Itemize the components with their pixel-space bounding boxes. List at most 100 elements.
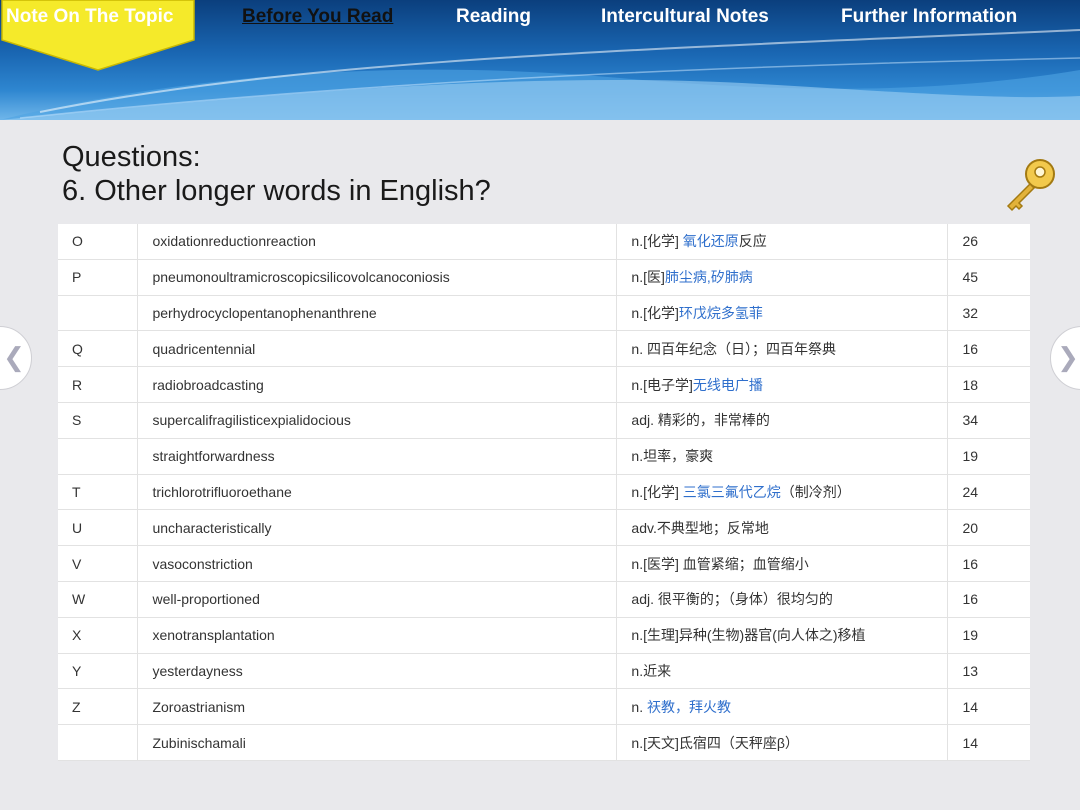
row-word: oxidationreductionreaction xyxy=(137,224,618,260)
meaning-plain: n.近来 xyxy=(631,662,672,679)
row-letter: Q xyxy=(58,330,139,368)
row-meaning: n.[化学] 三氯三氟代乙烷（制冷剂） xyxy=(616,474,949,511)
row-meaning: n.[天文]氐宿四（天秤座β） xyxy=(616,724,949,761)
meaning-plain: n.[医学] 血管紧缩；血管缩小 xyxy=(631,555,809,572)
meaning-plain: n. xyxy=(631,698,647,715)
row-letter xyxy=(58,295,139,332)
table-row: Yyesterdayness n.近来 13 xyxy=(58,653,1030,690)
row-word: xenotransplantation xyxy=(137,617,618,654)
table-row: Ssupercalifragilisticexpialidocious adj. … xyxy=(58,402,1030,439)
row-word: vasoconstriction xyxy=(137,545,618,582)
row-letter: X xyxy=(58,617,139,654)
row-length: 19 xyxy=(947,617,1030,654)
row-meaning: n.[生理]异种(生物)器官(向人体之)移植 xyxy=(616,617,949,654)
nav-reading[interactable]: Reading xyxy=(456,6,531,28)
table-row: Z Zoroastrianism n. 祆教，拜火教 14 xyxy=(58,688,1030,726)
header-banner: Note On The Topic Before You Read Readin… xyxy=(0,0,1080,120)
meaning-plain: n.[化学] xyxy=(631,483,683,500)
row-word: radiobroadcasting xyxy=(137,366,618,403)
table-row: Uuncharacteristically adv.不典型地；反常地 20 xyxy=(58,509,1030,547)
row-length: 14 xyxy=(947,688,1030,726)
table-row: straightforwardness n.坦率，豪爽 19 xyxy=(58,438,1030,475)
row-word: quadricentennial xyxy=(137,330,618,368)
nav-intercultural-notes[interactable]: Intercultural Notes xyxy=(601,6,769,28)
row-meaning: n.坦率，豪爽 xyxy=(616,438,949,475)
meaning-plain: n.[天文]氐宿四（天秤座β） xyxy=(631,734,799,751)
meaning-highlight: 肺尘病,矽肺病 xyxy=(664,269,753,286)
table-row: Vvasoconstriction n.[医学] 血管紧缩；血管缩小 16 xyxy=(58,545,1030,582)
row-length: 16 xyxy=(947,581,1030,618)
row-meaning: n.[医学] 血管紧缩；血管缩小 xyxy=(616,545,949,582)
row-length: 26 xyxy=(947,224,1030,260)
row-length: 20 xyxy=(947,509,1030,547)
row-length: 14 xyxy=(947,724,1030,761)
table-row: Rradiobroadcasting n.[电子学]无线电广播 18 xyxy=(58,366,1030,403)
row-letter: S xyxy=(58,402,139,439)
meaning-plain: adj. 精彩的，非常棒的 xyxy=(631,412,770,429)
meaning-plain: adv.不典型地；反常地 xyxy=(631,519,769,536)
chevron-right-icon: ❯ xyxy=(1057,343,1079,373)
nav-before-you-read[interactable]: Before You Read xyxy=(242,6,393,28)
table-row: perhydrocyclopentanophenanthrene n.[化学]环戊… xyxy=(58,295,1030,332)
table-row: Qquadricentennial n. 四百年纪念（日）；四百年祭典 16 xyxy=(58,330,1030,368)
meaning-highlight: 祆教，拜火教 xyxy=(647,698,731,715)
meaning-highlight: 无线电广播 xyxy=(692,376,763,393)
row-letter: R xyxy=(58,366,139,403)
row-meaning: n.[电子学]无线电广播 xyxy=(616,366,949,403)
row-word: Zoroastrianism xyxy=(137,688,618,726)
row-length: 32 xyxy=(947,295,1030,332)
row-length: 34 xyxy=(947,402,1030,439)
questions-heading: Questions: xyxy=(62,141,201,173)
table-row: Wwell-proportioned adj. 很平衡的；（身体）很均匀的 16 xyxy=(58,581,1030,618)
row-length: 45 xyxy=(947,259,1030,296)
next-slide-button[interactable]: ❯ xyxy=(1050,326,1080,390)
table-row: Ttrichlorotrifluoroethane n.[化学] 三氯三氟代乙烷（… xyxy=(58,474,1030,511)
table-row: Xxenotransplantation n.[生理]异种(生物)器官(向人体之)… xyxy=(58,617,1030,654)
top-nav: Note On The Topic Before You Read Readin… xyxy=(0,0,1080,71)
meaning-plain: n.[化学] xyxy=(631,304,679,321)
meaning-plain: n.[生理]异种(生物)器官(向人体之)移植 xyxy=(631,627,866,644)
row-length: 16 xyxy=(947,545,1030,582)
nav-further-information[interactable]: Further Information xyxy=(841,6,1017,28)
meaning-plain: n.[医] xyxy=(631,269,665,286)
row-letter xyxy=(58,438,139,475)
nav-note-on-the-topic[interactable]: Note On The Topic xyxy=(6,6,173,28)
row-meaning: n.[化学]环戊烷多氢菲 xyxy=(616,295,949,332)
row-meaning: n.[化学] 氧化还原反应 xyxy=(616,224,949,260)
prev-slide-button[interactable]: ❮ xyxy=(0,326,32,390)
table-row: Zubinischamali n.[天文]氐宿四（天秤座β） 14 xyxy=(58,724,1030,761)
row-length: 13 xyxy=(947,653,1030,690)
meaning-plain: n.坦率，豪爽 xyxy=(631,448,714,465)
question-text: 6. Other longer words in English? xyxy=(62,175,491,207)
row-word: trichlorotrifluoroethane xyxy=(137,474,618,511)
row-letter: Y xyxy=(58,653,139,690)
row-word: Zubinischamali xyxy=(137,724,618,761)
row-length: 16 xyxy=(947,330,1030,368)
row-meaning: adj. 精彩的，非常棒的 xyxy=(616,402,949,439)
row-letter: U xyxy=(58,509,139,547)
row-letter: P xyxy=(58,259,139,296)
meaning-plain: n.[化学] xyxy=(631,233,683,250)
row-letter: W xyxy=(58,581,139,618)
row-meaning: n.[医]肺尘病,矽肺病 xyxy=(616,259,949,296)
row-length: 19 xyxy=(947,438,1030,475)
key-icon[interactable] xyxy=(1000,156,1060,214)
row-word: uncharacteristically xyxy=(137,509,618,547)
meaning-plain: n.[电子学] xyxy=(631,376,693,393)
row-length: 24 xyxy=(947,474,1030,511)
row-word: supercalifragilisticexpialidocious xyxy=(137,402,618,439)
row-word: well-proportioned xyxy=(137,581,618,618)
row-meaning: adj. 很平衡的；（身体）很均匀的 xyxy=(616,581,949,618)
chevron-left-icon: ❮ xyxy=(3,343,25,373)
row-letter: Z xyxy=(58,688,139,726)
row-meaning: n.近来 xyxy=(616,653,949,690)
row-letter: T xyxy=(58,474,139,511)
table-row: Ooxidationreductionreaction n.[化学] 氧化还原反应… xyxy=(58,224,1030,260)
row-word: straightforwardness xyxy=(137,438,618,475)
row-letter: V xyxy=(58,545,139,582)
row-word: perhydrocyclopentanophenanthrene xyxy=(137,295,618,332)
meaning-plain: adj. 很平衡的；（身体）很均匀的 xyxy=(631,591,833,608)
row-meaning: adv.不典型地；反常地 xyxy=(616,509,949,547)
questions-block: Questions: 6. Other longer words in Engl… xyxy=(62,140,491,208)
table-row: Ppneumonoultramicroscopicsilicovolcanoco… xyxy=(58,259,1030,296)
